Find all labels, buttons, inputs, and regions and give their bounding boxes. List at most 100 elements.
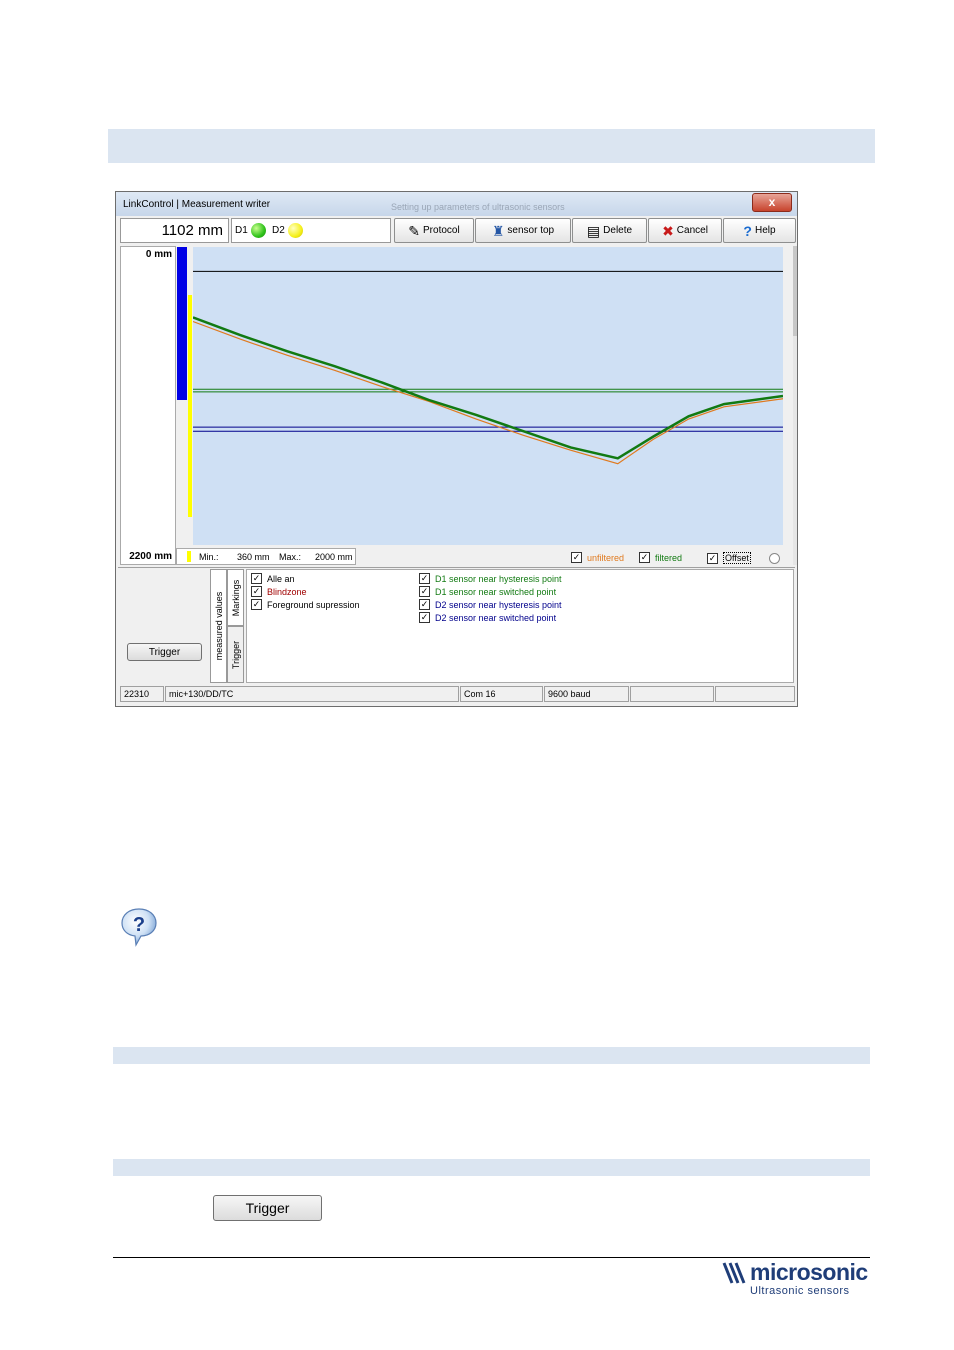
blind-zone-bar <box>177 247 187 400</box>
checkbox-icon[interactable]: ✓ <box>419 573 430 584</box>
document-icon: ▤ <box>586 222 601 239</box>
y-axis-top-label: 0 mm <box>145 249 172 260</box>
status-baud: 9600 baud <box>544 686 629 702</box>
toolbar: 1102 mm D1 D2 ✎ Protocol ♜ sensor top ▤ … <box>120 218 796 244</box>
cancel-label: Cancel <box>676 225 708 236</box>
option-d2-hysteresis[interactable]: ✓ D2 sensor near hysteresis point <box>419 599 562 610</box>
legend-offset[interactable]: ✓ Offset <box>707 552 751 564</box>
title-bar[interactable]: LinkControl | Measurement writer Setting… <box>116 192 797 216</box>
checkbox-icon[interactable]: ✓ <box>419 599 430 610</box>
markings-panel: ✓ Alle an ✓ Blindzone ✓ Foreground supre… <box>246 569 794 683</box>
tab-trigger[interactable]: Trigger <box>227 626 244 683</box>
checkbox-icon[interactable]: ✓ <box>639 552 650 563</box>
y-axis-bottom-label: 2200 mm <box>129 551 172 562</box>
close-button[interactable]: x <box>752 193 792 212</box>
d2-led-icon <box>288 223 303 238</box>
status-bar: 22310 mic+130/DD/TC Com 16 9600 baud <box>118 686 795 704</box>
svg-text:?: ? <box>133 914 145 936</box>
vertical-tabs: measured values Markings Trigger <box>210 569 246 683</box>
option-label: Foreground supression <box>267 599 360 610</box>
legend-unfiltered[interactable]: ✓ unfiltered <box>571 552 624 563</box>
option-foreground-supression[interactable]: ✓ Foreground supression <box>251 599 360 610</box>
option-d2-switched[interactable]: ✓ D2 sensor near switched point <box>419 612 556 623</box>
scrollbar-thumb[interactable] <box>793 246 797 336</box>
option-label: Blindzone <box>267 586 307 597</box>
y-axis-column: 0 mm 2200 mm <box>120 246 176 565</box>
measurement-writer-window: LinkControl | Measurement writer Setting… <box>115 191 798 707</box>
help-bubble-icon: ? <box>118 906 160 953</box>
help-label: Help <box>754 225 776 236</box>
checkbox-icon[interactable]: ✓ <box>251 573 262 584</box>
min-max-swatch <box>187 551 191 562</box>
max-label: Max.: <box>279 552 302 562</box>
option-label: Alle an <box>267 573 295 584</box>
delete-button[interactable]: ▤ Delete <box>572 218 647 243</box>
option-label: D2 sensor near switched point <box>435 612 557 623</box>
status-sensor: mic+130/DD/TC <box>165 686 459 702</box>
footer-divider <box>113 1257 870 1258</box>
question-icon: ? <box>743 222 752 239</box>
section-header-band <box>108 129 875 163</box>
tab-markings-label: Markings <box>230 579 241 616</box>
cross-icon: ✖ <box>662 222 674 239</box>
switch-output-status: D1 D2 <box>231 218 391 243</box>
option-blindzone[interactable]: ✓ Blindzone <box>251 586 307 597</box>
min-max-range-bar <box>188 295 192 517</box>
trigger-button-illustration[interactable]: Trigger <box>213 1195 322 1221</box>
trigger-button[interactable]: Trigger <box>127 643 202 661</box>
checkbox-icon[interactable]: ✓ <box>419 612 430 623</box>
plot-svg <box>193 270 783 465</box>
status-empty <box>630 686 714 702</box>
tab-measured-label: measured values <box>213 591 224 661</box>
pencil-icon: ✎ <box>408 222 421 239</box>
delete-label: Delete <box>603 225 633 236</box>
sensor-top-button[interactable]: ♜ sensor top <box>475 218 571 243</box>
option-d1-switched[interactable]: ✓ D1 sensor near switched point <box>419 586 556 597</box>
option-label: D1 sensor near switched point <box>435 586 557 597</box>
status-port: Com 16 <box>460 686 543 702</box>
max-value: 2000 mm <box>315 552 353 562</box>
cancel-button[interactable]: ✖ Cancel <box>648 218 722 243</box>
protocol-button[interactable]: ✎ Protocol <box>394 218 474 243</box>
tab-trigger-label: Trigger <box>230 640 241 669</box>
checkbox-icon[interactable]: ✓ <box>419 586 430 597</box>
window-title-ghost: Setting up parameters of ultrasonic sens… <box>391 202 565 212</box>
series-filtered <box>193 316 783 460</box>
option-alle-an[interactable]: ✓ Alle an <box>251 573 295 584</box>
distance-readout: 1102 mm <box>120 218 229 243</box>
checkbox-icon[interactable]: ✓ <box>707 552 718 564</box>
sensor-icon: ♜ <box>491 222 505 239</box>
radio-button[interactable] <box>769 553 780 564</box>
checkbox-icon[interactable]: ✓ <box>251 599 262 610</box>
logo-name: microsonic <box>750 1259 868 1285</box>
checkbox-icon[interactable]: ✓ <box>251 586 262 597</box>
help-button[interactable]: ? Help <box>723 218 796 243</box>
sensor-top-label: sensor top <box>507 225 555 236</box>
d1-led-icon <box>251 223 266 238</box>
option-d1-hysteresis[interactable]: ✓ D1 sensor near hysteresis point <box>419 573 562 584</box>
checkbox-icon[interactable]: ✓ <box>571 552 582 563</box>
protocol-label: Protocol <box>423 225 460 236</box>
divider <box>118 567 795 568</box>
min-label: Min.: <box>199 552 219 562</box>
section-header-band <box>113 1159 870 1176</box>
tab-measured-values[interactable]: measured values <box>210 569 227 683</box>
legend-filtered[interactable]: ✓ filtered <box>639 552 682 563</box>
legend-offset-label: Offset <box>723 552 751 564</box>
tab-markings[interactable]: Markings <box>227 569 244 626</box>
legend-unfiltered-label: unfiltered <box>587 552 625 563</box>
window-title: LinkControl | Measurement writer <box>123 199 271 210</box>
option-label: D1 sensor near hysteresis point <box>435 573 562 584</box>
status-empty <box>715 686 795 702</box>
option-label: D2 sensor near hysteresis point <box>435 599 562 610</box>
microsonic-logo: microsonic Ultrasonic sensors <box>722 1259 870 1299</box>
logo-tagline: Ultrasonic sensors <box>750 1285 850 1297</box>
d2-label: D2 <box>272 225 285 236</box>
section-header-band <box>113 1047 870 1064</box>
status-id: 22310 <box>120 686 164 702</box>
logo-mark-icon <box>722 1262 746 1284</box>
d1-label: D1 <box>235 225 248 236</box>
close-icon: x <box>768 195 776 209</box>
min-value: 360 mm <box>237 552 270 562</box>
series-unfiltered <box>193 320 783 465</box>
